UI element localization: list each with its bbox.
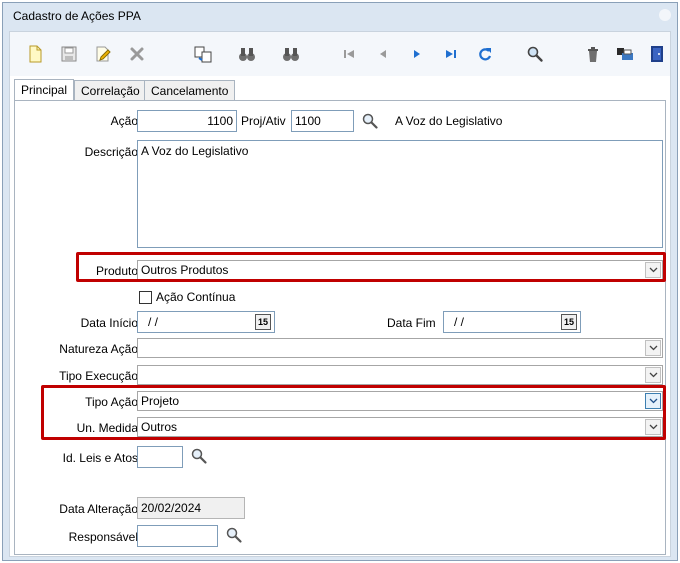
last-record-button[interactable] bbox=[442, 45, 460, 63]
copy-record-icon bbox=[194, 46, 212, 63]
un-medida-label: Un. Medida bbox=[76, 421, 138, 435]
proj-ativ-lookup-button[interactable] bbox=[361, 112, 379, 130]
new-document-icon bbox=[29, 45, 42, 63]
data-inicio-calendar-button[interactable]: 15 bbox=[255, 314, 271, 330]
un-medida-dropdown-button[interactable] bbox=[645, 419, 661, 435]
tipo-acao-label: Tipo Ação bbox=[85, 395, 138, 409]
next-record-button[interactable] bbox=[408, 45, 426, 63]
save-button[interactable] bbox=[60, 45, 78, 63]
responsavel-lookup-button[interactable] bbox=[225, 526, 243, 544]
cadastro-acoes-window: Cadastro de Ações PPA Principal Correlaç… bbox=[2, 2, 678, 561]
refresh-button[interactable] bbox=[476, 45, 494, 63]
proj-ativ-field[interactable]: 1100 bbox=[291, 110, 354, 132]
un-medida-value: Outros bbox=[141, 420, 178, 434]
data-fim-label: Data Fim bbox=[387, 316, 436, 330]
title-bar: Cadastro de Ações PPA bbox=[3, 3, 677, 29]
proj-ativ-description: A Voz do Legislativo bbox=[395, 114, 503, 128]
tipo-acao-select[interactable]: Projeto bbox=[137, 391, 663, 411]
tab-panel-principal: Ação 1100 Proj/Ativ 1100 A Voz do Legisl… bbox=[14, 100, 666, 555]
find-button[interactable] bbox=[238, 45, 256, 63]
tipo-execucao-select[interactable] bbox=[137, 365, 663, 385]
tab-cancelamento[interactable]: Cancelamento bbox=[144, 80, 236, 100]
binoculars-icon bbox=[239, 48, 255, 61]
previous-record-button[interactable] bbox=[374, 45, 392, 63]
chevron-down-icon bbox=[649, 398, 658, 404]
search-button[interactable] bbox=[526, 45, 544, 63]
client-area: Principal Correlação Cancelamento Ação 1… bbox=[9, 31, 671, 557]
close-window-button[interactable] bbox=[655, 5, 675, 25]
next-record-icon bbox=[414, 50, 420, 58]
search-icon bbox=[191, 448, 207, 464]
natureza-acao-label: Natureza Ação bbox=[59, 342, 138, 356]
search-icon bbox=[527, 46, 543, 62]
chevron-down-icon bbox=[649, 267, 658, 273]
window-title: Cadastro de Ações PPA bbox=[13, 9, 141, 23]
un-medida-select[interactable]: Outros bbox=[137, 417, 663, 437]
produto-dropdown-button[interactable] bbox=[645, 262, 661, 278]
tipo-acao-dropdown-button[interactable] bbox=[645, 393, 661, 409]
previous-record-icon bbox=[380, 50, 386, 58]
toolbar bbox=[10, 32, 670, 76]
trash-icon bbox=[588, 47, 598, 62]
tipo-execucao-label: Tipo Execução bbox=[59, 369, 138, 383]
chevron-down-icon bbox=[649, 372, 658, 378]
natureza-acao-select[interactable] bbox=[137, 338, 663, 358]
responsavel-field[interactable] bbox=[137, 525, 218, 547]
data-alteracao-field: 20/02/2024 bbox=[137, 497, 245, 519]
acao-continua-label: Ação Contínua bbox=[156, 290, 236, 304]
id-leis-atos-lookup-button[interactable] bbox=[190, 447, 208, 465]
proj-ativ-label: Proj/Ativ bbox=[241, 114, 286, 128]
tipo-execucao-dropdown-button[interactable] bbox=[645, 367, 661, 383]
id-leis-atos-field[interactable] bbox=[137, 446, 183, 468]
descricao-label: Descrição bbox=[84, 145, 138, 159]
produto-label: Produto bbox=[95, 264, 138, 278]
data-alteracao-label: Data Alteração bbox=[59, 502, 138, 516]
search-icon bbox=[226, 527, 242, 543]
chevron-down-icon bbox=[649, 345, 658, 351]
save-icon bbox=[61, 46, 77, 62]
tipo-acao-value: Projeto bbox=[141, 394, 180, 408]
trash-button[interactable] bbox=[584, 45, 602, 63]
natureza-acao-dropdown-button[interactable] bbox=[645, 340, 661, 356]
descricao-textarea[interactable]: A Voz do Legislativo bbox=[137, 140, 663, 248]
chevron-down-icon bbox=[649, 424, 658, 430]
last-record-icon bbox=[446, 50, 456, 58]
acao-field[interactable]: 1100 bbox=[137, 110, 237, 132]
edit-icon bbox=[96, 46, 111, 62]
find-next-button[interactable] bbox=[282, 45, 300, 63]
refresh-icon bbox=[479, 48, 492, 61]
exit-door-icon bbox=[651, 46, 663, 62]
close-icon bbox=[659, 9, 671, 21]
responsavel-label: Responsável bbox=[68, 530, 138, 544]
print-icon bbox=[617, 48, 633, 60]
delete-button[interactable] bbox=[128, 45, 146, 63]
tab-correlacao[interactable]: Correlação bbox=[74, 80, 147, 100]
data-inicio-label: Data Início bbox=[80, 316, 138, 330]
first-record-button[interactable] bbox=[340, 45, 358, 63]
data-fim-calendar-button[interactable]: 15 bbox=[561, 314, 577, 330]
tab-principal[interactable]: Principal bbox=[14, 79, 75, 101]
exit-button[interactable] bbox=[648, 45, 666, 63]
produto-value: Outros Produtos bbox=[141, 263, 229, 277]
edit-button[interactable] bbox=[94, 45, 112, 63]
produto-select[interactable]: Outros Produtos bbox=[137, 260, 663, 280]
delete-icon bbox=[130, 47, 144, 61]
id-leis-atos-label: Id. Leis e Atos bbox=[62, 451, 138, 465]
print-button[interactable] bbox=[616, 45, 634, 63]
acao-continua-checkbox[interactable] bbox=[139, 291, 152, 304]
acao-label: Ação bbox=[110, 114, 138, 128]
copy-record-button[interactable] bbox=[194, 45, 212, 63]
binoculars-next-icon bbox=[283, 48, 299, 61]
new-button[interactable] bbox=[26, 45, 44, 63]
first-record-icon bbox=[344, 50, 354, 58]
search-icon bbox=[362, 113, 378, 129]
